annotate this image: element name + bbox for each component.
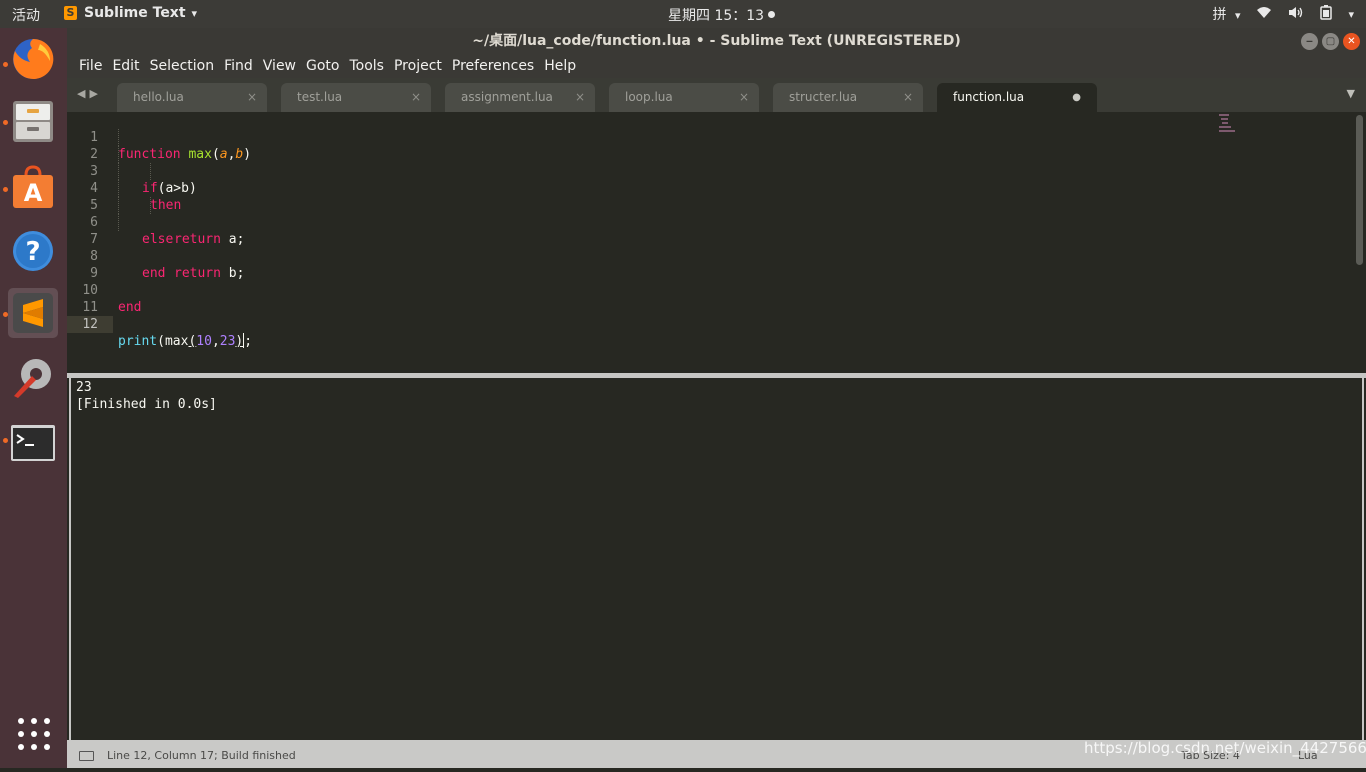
- tab-prev-icon[interactable]: ◀: [77, 87, 89, 100]
- menu-selection[interactable]: Selection: [145, 55, 220, 78]
- unsaved-dot-icon[interactable]: ●: [1072, 83, 1081, 112]
- tab-close-icon[interactable]: ×: [575, 83, 585, 112]
- code-text: print(max(10,23);: [118, 333, 253, 349]
- menu-find[interactable]: Find: [219, 55, 258, 78]
- top-bar: 活动 S Sublime Text ▾ 星期四 15：13 拼 ▾ ▾: [0, 0, 1366, 28]
- indent-guide: [118, 180, 119, 197]
- maximize-button[interactable]: ▢: [1322, 33, 1339, 50]
- app-menu-label: Sublime Text: [84, 5, 186, 21]
- code-line: 9: [67, 248, 1353, 281]
- input-method-label: 拼: [1212, 7, 1227, 23]
- chevron-down-icon: ▾: [191, 6, 198, 20]
- tab-label: assignment.lua: [461, 90, 553, 104]
- wifi-icon[interactable]: [1256, 6, 1272, 23]
- code-line: 5 else: [67, 180, 1353, 247]
- svg-text:?: ?: [25, 237, 40, 267]
- window-title-bar: ~/桌面/lua_code/function.lua • - Sublime T…: [67, 28, 1366, 55]
- tab-label: test.lua: [297, 90, 343, 104]
- system-tray[interactable]: 拼 ▾ ▾: [1212, 4, 1354, 24]
- tab-test-lua[interactable]: test.lua ×: [281, 83, 431, 112]
- menu-preferences[interactable]: Preferences: [447, 55, 539, 78]
- input-method-indicator[interactable]: 拼 ▾: [1212, 4, 1240, 24]
- indent-guide: [118, 214, 119, 231]
- svg-text:A: A: [24, 179, 43, 207]
- cursor-position-status: Line 12, Column 17; Build finished: [107, 749, 296, 762]
- tab-assignment-lua[interactable]: assignment.lua ×: [445, 83, 595, 112]
- code-line: 6 return b;: [67, 197, 1353, 281]
- tab-bar: ◀▶ hello.lua × test.lua × assignment.lua…: [67, 78, 1366, 112]
- tab-close-icon[interactable]: ×: [903, 83, 913, 112]
- chevron-down-icon[interactable]: ▾: [1348, 8, 1354, 21]
- tab-close-icon[interactable]: ×: [247, 83, 257, 112]
- indent-guide: [118, 163, 119, 180]
- files-icon[interactable]: [8, 96, 58, 146]
- show-applications-icon[interactable]: [18, 718, 50, 750]
- menu-bar: File Edit Selection Find View Goto Tools…: [67, 55, 1366, 78]
- menu-goto[interactable]: Goto: [301, 55, 344, 78]
- sublime-logo-icon: S: [64, 6, 77, 20]
- indent-guide: [150, 197, 151, 214]
- menu-tools[interactable]: Tools: [344, 55, 389, 78]
- code-line-current: 12 print(max(10,23);: [67, 299, 1353, 349]
- tab-hello-lua[interactable]: hello.lua ×: [117, 83, 267, 112]
- code-line: 1 function max(a,b): [67, 112, 1353, 162]
- chevron-down-icon: ▾: [1234, 9, 1241, 22]
- code-line: 10 end: [67, 265, 1353, 315]
- vertical-scrollbar[interactable]: [1356, 115, 1363, 265]
- tab-function-lua[interactable]: function.lua ●: [937, 83, 1097, 112]
- window-controls: ‒ ▢ ✕: [1301, 33, 1360, 50]
- volume-icon[interactable]: [1288, 6, 1304, 23]
- close-button[interactable]: ✕: [1343, 33, 1360, 50]
- software-center-icon[interactable]: A: [8, 162, 58, 212]
- tab-label: hello.lua: [133, 90, 184, 104]
- tab-overflow-icon[interactable]: ▼: [1347, 87, 1355, 100]
- notification-dot-icon: [768, 11, 776, 18]
- code-editor[interactable]: 1 function max(a,b) 2 if(a>b) 3 then 4 r…: [67, 112, 1366, 373]
- settings-icon[interactable]: [8, 352, 58, 402]
- code-line: 7 end: [67, 214, 1353, 281]
- sublime-text-icon[interactable]: [8, 288, 58, 338]
- menu-file[interactable]: File: [74, 55, 107, 78]
- code-line: 11: [67, 282, 1353, 315]
- minimize-button[interactable]: ‒: [1301, 33, 1318, 50]
- line-number: 12: [67, 316, 113, 333]
- tab-close-icon[interactable]: ×: [411, 83, 421, 112]
- tab-close-icon[interactable]: ×: [739, 83, 749, 112]
- app-menu[interactable]: S Sublime Text ▾: [64, 5, 197, 21]
- code-line: 8: [67, 231, 1353, 264]
- tab-label: function.lua: [953, 90, 1025, 104]
- indent-guide: [118, 197, 119, 214]
- tab-loop-lua[interactable]: loop.lua ×: [609, 83, 759, 112]
- menu-project[interactable]: Project: [389, 55, 447, 78]
- window-title: ~/桌面/lua_code/function.lua • - Sublime T…: [472, 33, 961, 49]
- activities-button[interactable]: 活动: [12, 5, 40, 25]
- menu-view[interactable]: View: [258, 55, 301, 78]
- output-line: [Finished in 0.0s]: [76, 397, 217, 412]
- firefox-icon[interactable]: [8, 34, 58, 84]
- output-line: 23: [76, 380, 92, 395]
- indent-guide: [150, 163, 151, 180]
- tab-label: loop.lua: [625, 90, 673, 104]
- tab-structer-lua[interactable]: structer.lua ×: [773, 83, 923, 112]
- menu-edit[interactable]: Edit: [107, 55, 144, 78]
- battery-icon[interactable]: [1320, 4, 1333, 24]
- menu-help[interactable]: Help: [539, 55, 581, 78]
- launcher-dock: A ?: [0, 28, 67, 768]
- help-icon[interactable]: ?: [8, 226, 58, 276]
- panel-toggle-icon[interactable]: [79, 751, 94, 761]
- terminal-icon[interactable]: [8, 418, 58, 468]
- code-line: 4 return a;: [67, 163, 1353, 247]
- minimap[interactable]: [1219, 114, 1235, 136]
- code-line: 3 then: [67, 146, 1353, 213]
- tab-next-icon[interactable]: ▶: [89, 87, 101, 100]
- clock-label: 星期四 15：13: [668, 8, 765, 24]
- watermark: https://blog.csdn.net/weixin_44275663: [1084, 739, 1366, 757]
- clock[interactable]: 星期四 15：13: [668, 5, 776, 25]
- code-line: 2 if(a>b): [67, 129, 1353, 196]
- tab-label: structer.lua: [789, 90, 858, 104]
- tab-navigation[interactable]: ◀▶: [77, 87, 102, 100]
- indent-guide: [118, 129, 119, 146]
- indent-guide: [118, 146, 119, 163]
- build-output-panel[interactable]: 23 [Finished in 0.0s]: [69, 378, 1364, 740]
